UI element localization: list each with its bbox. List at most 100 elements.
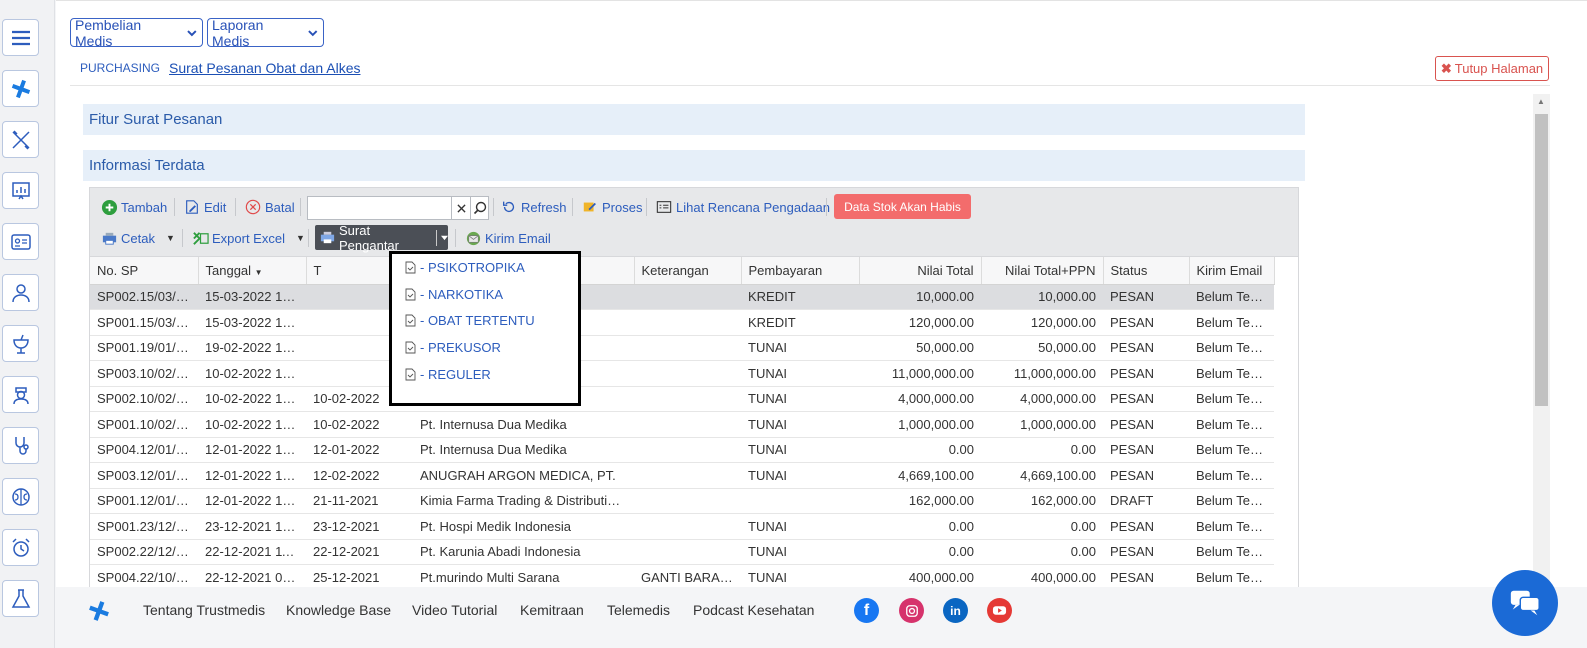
pharmacy-icon[interactable]: [2, 325, 39, 362]
list-icon: [655, 198, 673, 216]
footer-link-tentang[interactable]: Tentang Trustmedis: [143, 602, 265, 618]
laporan-medis-menu[interactable]: Laporan Medis: [207, 17, 324, 49]
clear-search-icon[interactable]: [452, 196, 472, 220]
cell-kirim-email: Belum Terki...: [1189, 539, 1274, 565]
breadcrumb: PURCHASING Surat Pesanan Obat dan Alkes: [80, 60, 360, 76]
edit-button[interactable]: Edit: [183, 198, 226, 216]
search-input[interactable]: [307, 196, 452, 220]
caret-down-icon: [436, 229, 448, 246]
tambah-button[interactable]: Tambah: [100, 198, 167, 216]
stethoscope-icon[interactable]: [2, 427, 39, 464]
table-row[interactable]: SP004.22/10/2... 22-12-2021 09:... 25-12-2…: [90, 564, 1274, 587]
footer-link-podcast[interactable]: Podcast Kesehatan: [693, 602, 814, 618]
table-row[interactable]: SP002.22/12/2... 22-12-2021 11:... 22-12-2…: [90, 539, 1274, 565]
refresh-button[interactable]: Refresh: [500, 198, 567, 216]
youtube-icon[interactable]: [987, 598, 1012, 623]
surat-pesanan-grid: No. SP Tanggal ▼ T Keterangan Pembayaran…: [89, 257, 1299, 587]
table-row[interactable]: SP001.23/12/2... 23-12-2021 13:... 23-12-2…: [90, 513, 1274, 540]
scroll-up-icon[interactable]: ▲: [1537, 97, 1545, 106]
alarm-icon[interactable]: [2, 529, 39, 566]
table-row[interactable]: SP004.12/01/2... 12-01-2022 16:... 12-01-2…: [90, 437, 1274, 463]
nurse-icon[interactable]: [2, 376, 39, 413]
table-row[interactable]: SP002.15/03/2...15-03-2022 14:...pKREDIT…: [90, 284, 1274, 310]
cell-no-sp: SP001.23/12/2...: [90, 513, 198, 540]
dropdown-item-reguler[interactable]: - REGULER: [405, 367, 491, 382]
add-icon: [100, 198, 118, 216]
process-icon: [581, 198, 599, 216]
brain-icon[interactable]: [2, 478, 39, 515]
col-header-pembayaran[interactable]: Pembayaran: [741, 257, 860, 285]
cell-no-sp: SP001.15/03/2...: [90, 309, 198, 336]
cell-tanggal-kirim: 10-02-2022: [306, 411, 413, 438]
breadcrumb-root[interactable]: PURCHASING: [80, 61, 160, 75]
search-icon[interactable]: [470, 196, 489, 220]
table-row[interactable]: SP003.12/01/2... 12-01-2022 15:... 12-02-2…: [90, 462, 1274, 489]
cell-pembayaran: TUNAI: [741, 386, 859, 412]
section-info[interactable]: Informasi Terdata: [83, 150, 1305, 181]
cell-status: PESAN: [1103, 437, 1189, 463]
dropdown-item-prekusor[interactable]: - PREKUSOR: [405, 340, 501, 355]
cell-nilai-total: 162,000.00: [859, 488, 981, 514]
footer-link-kemitraan[interactable]: Kemitraan: [520, 602, 584, 618]
footer-link-telemedis[interactable]: Telemedis: [607, 602, 670, 618]
dropdown-item-narkotika[interactable]: - NARKOTIKA: [405, 287, 503, 302]
kirim-email-button[interactable]: Kirim Email: [464, 229, 551, 247]
cetak-button[interactable]: Cetak ▼: [100, 229, 175, 247]
trustmedis-logo-icon[interactable]: [2, 70, 39, 107]
dropdown-item-psikotropika[interactable]: - PSIKOTROPIKA: [405, 260, 525, 275]
lihat-rencana-button[interactable]: Lihat Rencana Pengadaan: [655, 198, 830, 216]
cell-keterangan: [634, 309, 741, 336]
breadcrumb-current[interactable]: Surat Pesanan Obat dan Alkes: [169, 60, 360, 76]
chat-icon[interactable]: [1492, 570, 1558, 636]
col-header-nilai-total[interactable]: Nilai Total: [859, 257, 982, 285]
footer-link-knowledge-base[interactable]: Knowledge Base: [286, 602, 391, 618]
table-row[interactable]: SP003.10/02/2...10-02-2022 15:...dik Ind…: [90, 360, 1274, 387]
dropdown-item-obat-tertentu[interactable]: - OBAT TERTENTU: [405, 313, 535, 328]
proses-button[interactable]: Proses: [581, 198, 642, 216]
id-card-icon[interactable]: [2, 223, 39, 260]
section-fitur[interactable]: Fitur Surat Pesanan: [83, 104, 1305, 135]
menu-icon[interactable]: [2, 19, 39, 56]
col-header-no-sp[interactable]: No. SP: [90, 257, 199, 285]
cell-kirim-email: Belum Terki...: [1189, 564, 1274, 587]
cell-no-sp: SP003.12/01/2...: [90, 462, 198, 489]
facebook-icon[interactable]: f: [854, 598, 879, 623]
surat-pengantar-label: Surat Pengantar: [339, 222, 399, 253]
report-icon[interactable]: [2, 172, 39, 209]
cell-tanggal: 22-12-2021 09:...: [198, 564, 306, 587]
lab-flask-icon[interactable]: [2, 580, 39, 617]
pembelian-medis-menu[interactable]: Pembelian Medis: [70, 17, 203, 49]
cell-nilai-total-ppn: 1,000,000.00: [981, 411, 1103, 438]
cell-nilai-total: 400,000.00: [859, 564, 981, 587]
user-icon[interactable]: [2, 274, 39, 311]
table-row[interactable]: SP001.12/01/2... 12-01-2022 13:... 21-11-2…: [90, 488, 1274, 514]
surat-pengantar-button[interactable]: Surat Pengantar: [315, 222, 448, 253]
col-header-kirim-email[interactable]: Kirim Email: [1189, 257, 1275, 285]
scroll-thumb[interactable]: [1535, 114, 1548, 406]
page-scrollbar[interactable]: ▲: [1533, 94, 1550, 594]
table-row[interactable]: SP002.10/02/2... 10-02-2022 15:... 10-02-2…: [90, 386, 1274, 412]
data-stok-button[interactable]: Data Stok Akan Habis: [834, 194, 971, 219]
cell-status: PESAN: [1103, 564, 1189, 587]
col-header-keterangan[interactable]: Keterangan: [634, 257, 742, 285]
close-page-button[interactable]: ✖ Tutup Halaman: [1435, 56, 1549, 81]
table-row[interactable]: SP001.10/02/2... 10-02-2022 14:... 10-02-2…: [90, 411, 1274, 438]
document-icon: [405, 288, 416, 301]
linkedin-icon[interactable]: in: [943, 598, 968, 623]
footer-link-video-tutorial[interactable]: Video Tutorial: [412, 602, 497, 618]
table-row[interactable]: SP001.15/03/2...15-03-2022 13:...Dua Med…: [90, 309, 1274, 336]
col-header-tanggal-label: Tanggal: [205, 262, 252, 278]
export-excel-button[interactable]: Export Excel ▼: [191, 229, 305, 247]
excel-icon: [191, 229, 209, 247]
table-row[interactable]: SP001.19/01/2...19-02-2022 14:...MedikaT…: [90, 335, 1274, 361]
batal-button[interactable]: Batal: [244, 198, 295, 216]
toolbar-separator: [646, 198, 647, 216]
col-header-status[interactable]: Status: [1103, 257, 1190, 285]
chevron-down-icon: [187, 29, 197, 36]
col-header-nilai-total-ppn[interactable]: Nilai Total+PPN: [981, 257, 1104, 285]
tambah-label: Tambah: [121, 199, 168, 215]
col-header-tanggal[interactable]: Tanggal ▼: [198, 257, 307, 285]
instagram-icon[interactable]: [899, 598, 924, 623]
tools-icon[interactable]: [2, 121, 39, 158]
cell-tanggal-kirim: 12-01-2022: [306, 437, 413, 463]
